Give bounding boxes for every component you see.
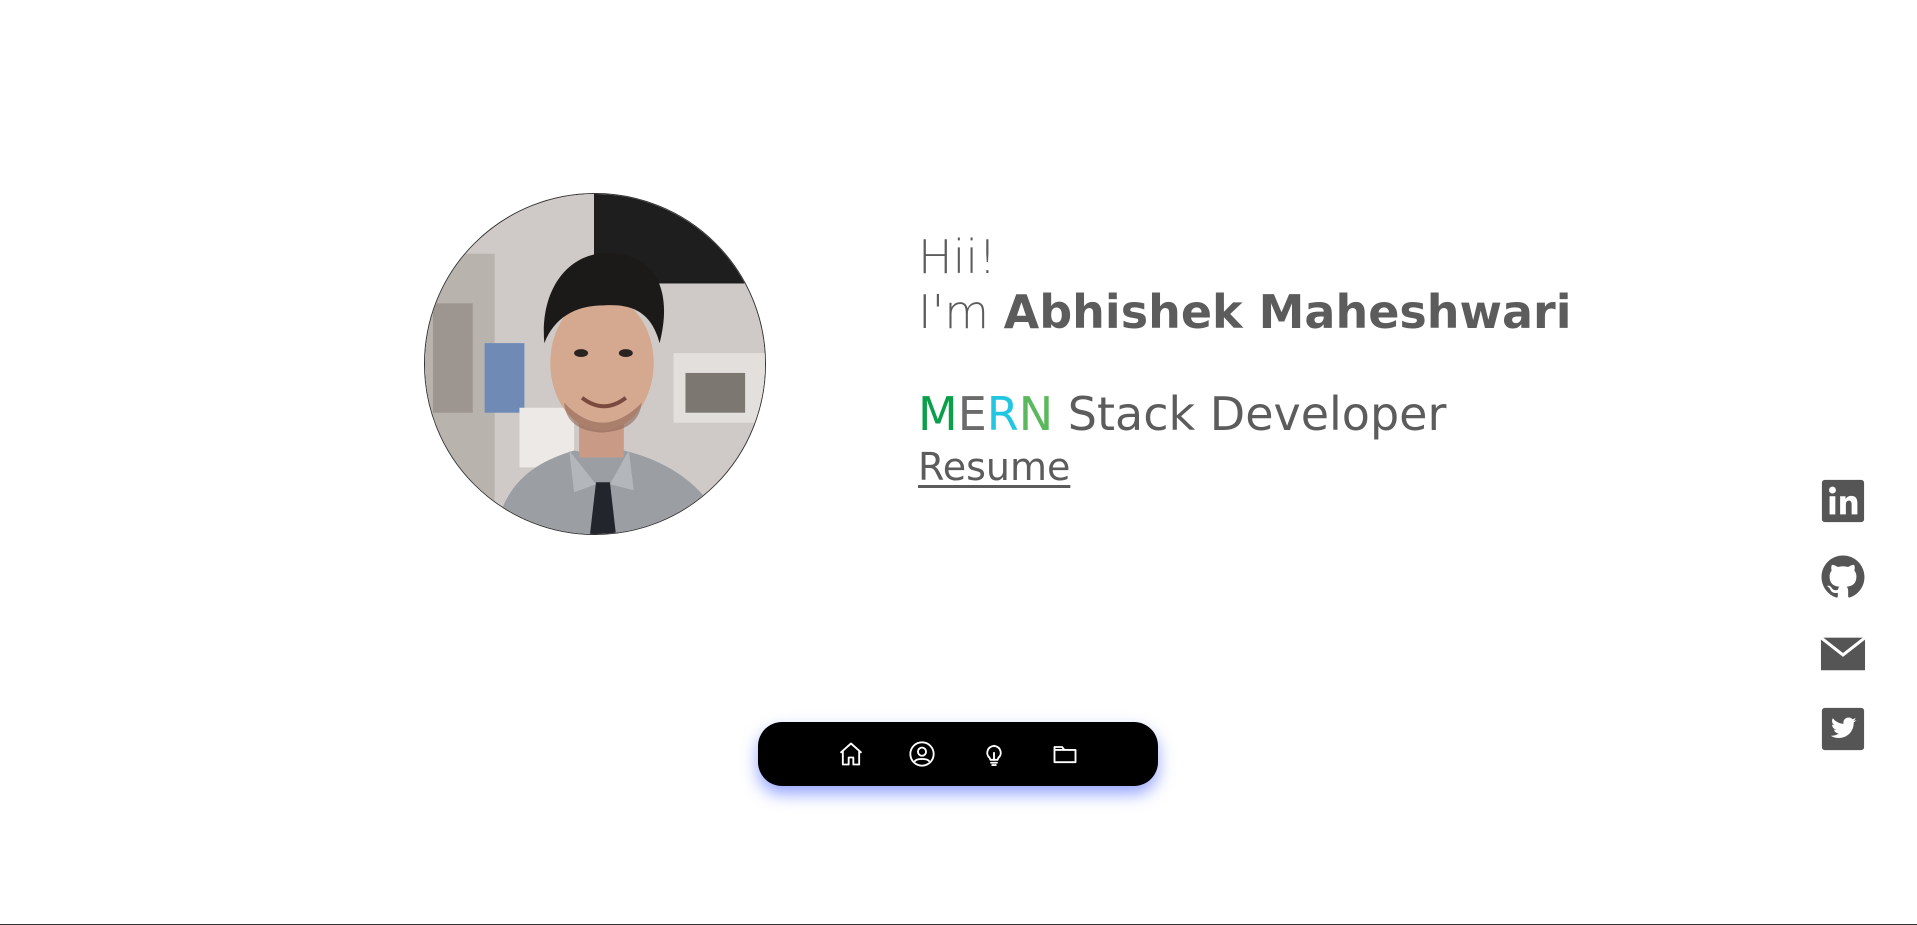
linkedin-link[interactable] xyxy=(1819,478,1867,524)
home-icon xyxy=(840,742,863,766)
developer-name: Abhishek Maheshwari xyxy=(1003,285,1572,339)
iam-prefix: I'm xyxy=(918,285,1004,339)
role-letter-e: E xyxy=(957,387,987,441)
linkedin-icon xyxy=(1821,479,1865,523)
role-title: MERN Stack Developer xyxy=(918,386,1558,442)
role-rest: Stack Developer xyxy=(1053,387,1447,441)
github-icon xyxy=(1821,555,1865,598)
nav-about-button[interactable] xyxy=(904,736,940,772)
profile-photo xyxy=(424,193,766,535)
nav-home-button[interactable] xyxy=(833,736,869,772)
mail-icon xyxy=(1820,636,1866,671)
email-link[interactable] xyxy=(1819,630,1867,676)
nav-projects-button[interactable] xyxy=(1047,736,1083,772)
folder-icon xyxy=(1053,746,1077,764)
greeting-text: Hii! xyxy=(918,230,997,284)
user-circle-icon xyxy=(909,741,935,767)
intro-block: Hii! I'm Abhishek Maheshwari MERN Stack … xyxy=(918,230,1572,490)
role-letter-r: R xyxy=(986,387,1019,441)
social-links xyxy=(1818,478,1868,752)
nav-skills-button[interactable] xyxy=(976,736,1012,772)
twitter-icon xyxy=(1821,707,1865,751)
resume-link[interactable]: Resume xyxy=(918,444,1070,490)
role-letter-n: N xyxy=(1018,387,1054,441)
role-letter-m: M xyxy=(918,387,958,441)
twitter-link[interactable] xyxy=(1819,706,1867,752)
github-link[interactable] xyxy=(1819,554,1867,600)
bottom-nav-bar xyxy=(758,722,1158,786)
profile-photo-image xyxy=(425,194,765,534)
lightbulb-icon xyxy=(985,744,1002,767)
name-line: I'm Abhishek Maheshwari xyxy=(918,284,1572,340)
portfolio-page: Hii! I'm Abhishek Maheshwari MERN Stack … xyxy=(0,0,1917,925)
